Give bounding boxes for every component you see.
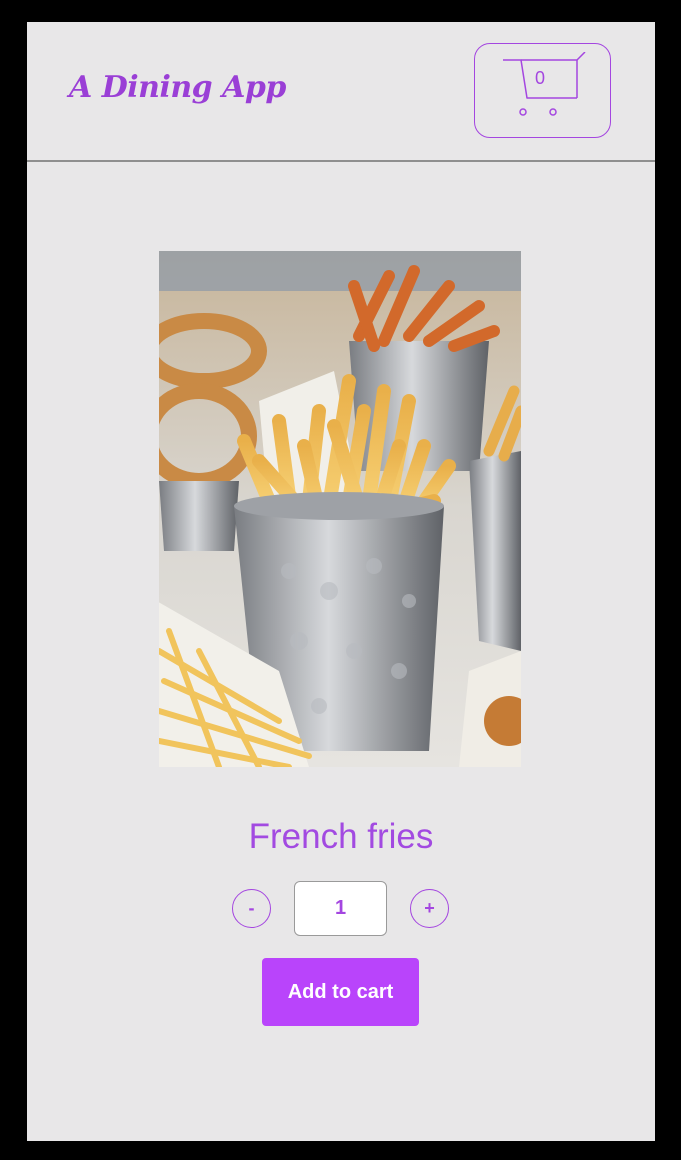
product-title: French fries — [248, 817, 434, 856]
app-header: A Dining App 0 — [27, 22, 655, 162]
decrease-quantity-button[interactable]: - — [232, 889, 271, 928]
product-image — [159, 251, 521, 767]
shopping-cart-icon — [503, 52, 586, 116]
quantity-input[interactable] — [294, 881, 387, 936]
add-to-cart-button[interactable]: Add to cart — [262, 958, 419, 1026]
increase-quantity-button[interactable]: + — [410, 889, 449, 928]
french-fries-photo — [159, 251, 521, 767]
app-screen: A Dining App 0 French fries - 1 + Add to… — [27, 22, 655, 1141]
app-brand: A Dining App — [69, 70, 286, 105]
cart-count: 0 — [534, 68, 545, 88]
cart-button[interactable]: 0 — [474, 43, 611, 138]
